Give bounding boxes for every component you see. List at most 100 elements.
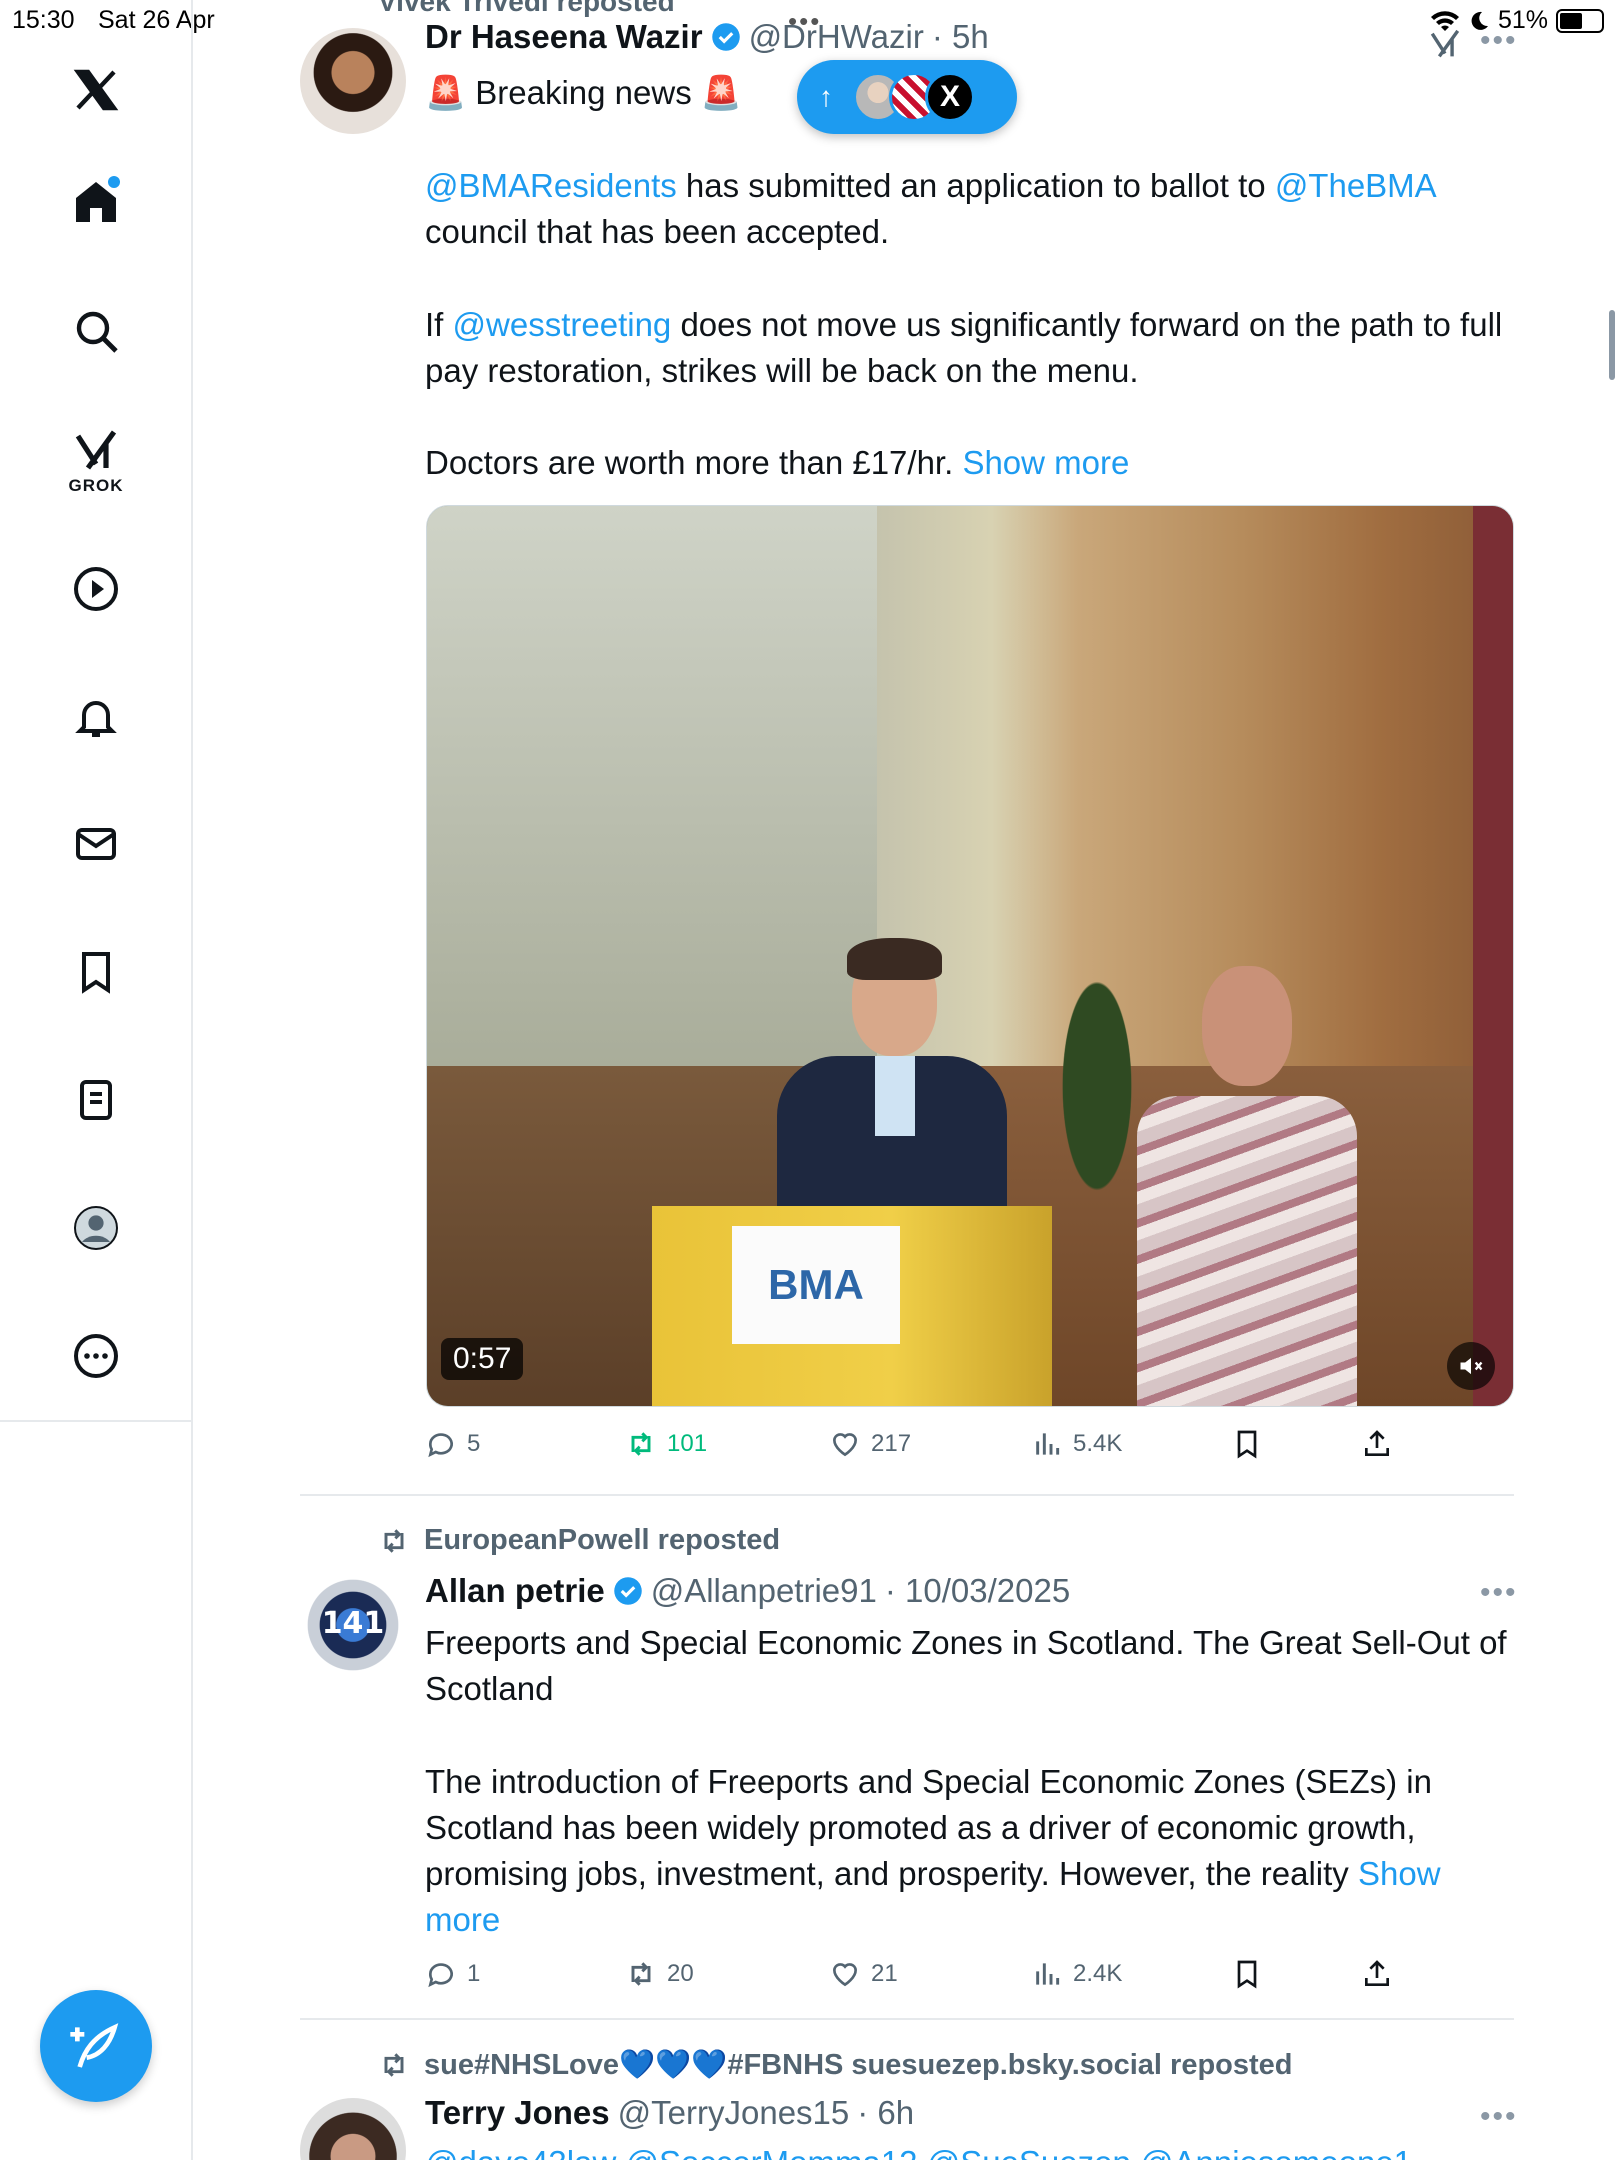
tweet-time[interactable]: · 6h [857, 2094, 914, 2132]
grok-icon [75, 430, 117, 470]
more-options-icon[interactable]: ••• [1480, 1576, 1518, 1610]
mute-button[interactable] [1447, 1342, 1495, 1390]
reply-button[interactable]: 1 [425, 1958, 480, 1990]
repost-icon [384, 2053, 404, 2077]
author-name[interactable]: Dr Haseena Wazir [425, 18, 703, 56]
sidebar-item-explore[interactable] [60, 295, 132, 367]
avatar: X [925, 72, 975, 122]
sidebar-item-lists[interactable] [60, 1064, 132, 1136]
bookmark-icon [82, 952, 110, 994]
grok-label: GROK [68, 476, 124, 495]
reply-button[interactable]: 5 [425, 1428, 480, 1460]
avatar[interactable]: 141 [300, 1572, 406, 1678]
arrow-up-icon: ↑ [819, 81, 833, 112]
tweet-actions: 5 101 217 5.4K [425, 1428, 1515, 1474]
bookmark-icon [1237, 1960, 1257, 1989]
compose-button[interactable] [40, 1990, 152, 2102]
tweet-actions: 1 20 21 2.4K [425, 1958, 1515, 2004]
scrollbar[interactable] [1609, 310, 1615, 380]
more-options-icon[interactable]: ••• [1480, 24, 1518, 58]
repost-context-cut: Vivek Trivedi reposted [378, 0, 675, 17]
tweet-header: Dr Haseena Wazir @DrHWazir · 5h [425, 18, 989, 56]
reply-icon [428, 1433, 453, 1458]
notification-dot [108, 176, 120, 188]
sidebar-item-home[interactable] [60, 166, 132, 238]
author-name[interactable]: Terry Jones [425, 2094, 610, 2132]
like-button[interactable]: 217 [829, 1428, 911, 1460]
play-icon [74, 567, 118, 611]
tweet-text-para2: If @wesstreeting does not move us signif… [425, 306, 1512, 389]
tweet-header: Terry Jones @TerryJones15 · 6h [425, 2094, 914, 2132]
list-icon [80, 1080, 112, 1120]
share-icon [1365, 1960, 1389, 1986]
compose-icon [70, 2023, 119, 2068]
reposted-by[interactable]: EuropeanPowell reposted [424, 1524, 780, 1557]
views-button[interactable]: 5.4K [1031, 1428, 1122, 1460]
battery-icon [1556, 8, 1604, 33]
author-name[interactable]: Allan petrie [425, 1572, 605, 1610]
repost-icon [631, 1432, 651, 1456]
reposted-by[interactable]: sue#NHSLove💙💙💙#FBNHS suesuezep.bsky.soci… [424, 2048, 1293, 2082]
repost-button[interactable]: 20 [625, 1958, 694, 1990]
mail-icon [76, 828, 116, 860]
tweet-header: Allan petrie @Allanpetrie91 · 10/03/2025 [425, 1572, 1070, 1610]
bookmark-button[interactable] [1231, 1958, 1263, 1990]
more-icon [74, 1334, 118, 1378]
repost-icon [384, 1528, 404, 1553]
like-button[interactable]: 21 [829, 1958, 898, 1990]
reply-icon [428, 1963, 453, 1988]
sidebar-item-messages[interactable] [60, 808, 132, 880]
author-handle[interactable]: @Allanpetrie91 [651, 1572, 877, 1610]
more-options-icon[interactable]: ••• [1480, 2100, 1518, 2134]
tweet-text-para1: Freeports and Special Economic Zones in … [425, 1624, 1516, 1707]
woman-figure [1127, 956, 1367, 1406]
avatar[interactable] [300, 2098, 406, 2160]
reply-count: 1 [467, 1960, 481, 1987]
bookmark-button[interactable] [1231, 1428, 1263, 1460]
new-posts-pill[interactable]: ↑ X [797, 60, 1017, 134]
grok-icon[interactable] [1428, 28, 1462, 62]
mention-link[interactable]: @wesstreeting [453, 306, 672, 343]
repost-context: sue#NHSLove💙💙💙#FBNHS suesuezep.bsky.soci… [378, 2048, 1293, 2082]
sidebar-item-bookmarks[interactable] [60, 936, 132, 1008]
repost-count: 20 [667, 1960, 694, 1987]
bookmark-icon [1237, 1430, 1257, 1459]
share-button[interactable] [1361, 1428, 1393, 1460]
video-player[interactable]: BMA 0:57 [426, 505, 1514, 1407]
heart-icon [832, 1433, 858, 1457]
tweet-text-para3: Doctors are worth more than £17/hr. Show… [425, 444, 1130, 481]
show-more-link[interactable]: Show more [962, 444, 1129, 481]
views-count: 5.4K [1073, 1430, 1123, 1457]
sidebar-item-notifications[interactable] [60, 681, 132, 753]
speaker-muted-icon [1460, 1357, 1483, 1375]
views-button[interactable]: 2.4K [1031, 1958, 1122, 1990]
speaker-figure [777, 938, 1007, 1246]
views-count: 2.4K [1073, 1960, 1123, 1987]
author-handle[interactable]: @TerryJones15 [618, 2094, 850, 2132]
author-handle[interactable]: @DrHWazir [749, 18, 924, 56]
verified-badge-icon [711, 23, 740, 51]
tweet-time[interactable]: · 5h [932, 18, 989, 56]
repost-icon [631, 1962, 651, 1986]
tweet-time[interactable]: · 10/03/2025 [885, 1572, 1070, 1610]
podium-sign: BMA [732, 1226, 900, 1344]
mention-link[interactable]: @TheBMA [1275, 167, 1435, 204]
profile-icon [74, 1206, 118, 1250]
tweet-divider [300, 2018, 1514, 2020]
repost-count: 101 [667, 1430, 708, 1457]
video-duration: 0:57 [441, 1338, 524, 1380]
share-icon [1365, 1430, 1389, 1456]
search-icon [76, 311, 118, 353]
reply-count: 5 [467, 1430, 481, 1457]
sidebar-item-video[interactable] [60, 553, 132, 625]
sidebar-item-more[interactable] [60, 1320, 132, 1392]
share-button[interactable] [1361, 1958, 1393, 1990]
sidebar-divider [0, 1420, 193, 1422]
mention-link[interactable]: @BMAResidents [425, 167, 677, 204]
repost-button[interactable]: 101 [625, 1428, 707, 1460]
x-logo-icon[interactable] [60, 54, 132, 126]
sidebar: GROK [0, 0, 193, 2160]
sidebar-item-profile[interactable] [60, 1192, 132, 1264]
avatar[interactable] [300, 28, 406, 134]
tweet-text-cut[interactable]: @dave43law @SoccerMomma12 @SueSuezep @An… [425, 2140, 1515, 2160]
